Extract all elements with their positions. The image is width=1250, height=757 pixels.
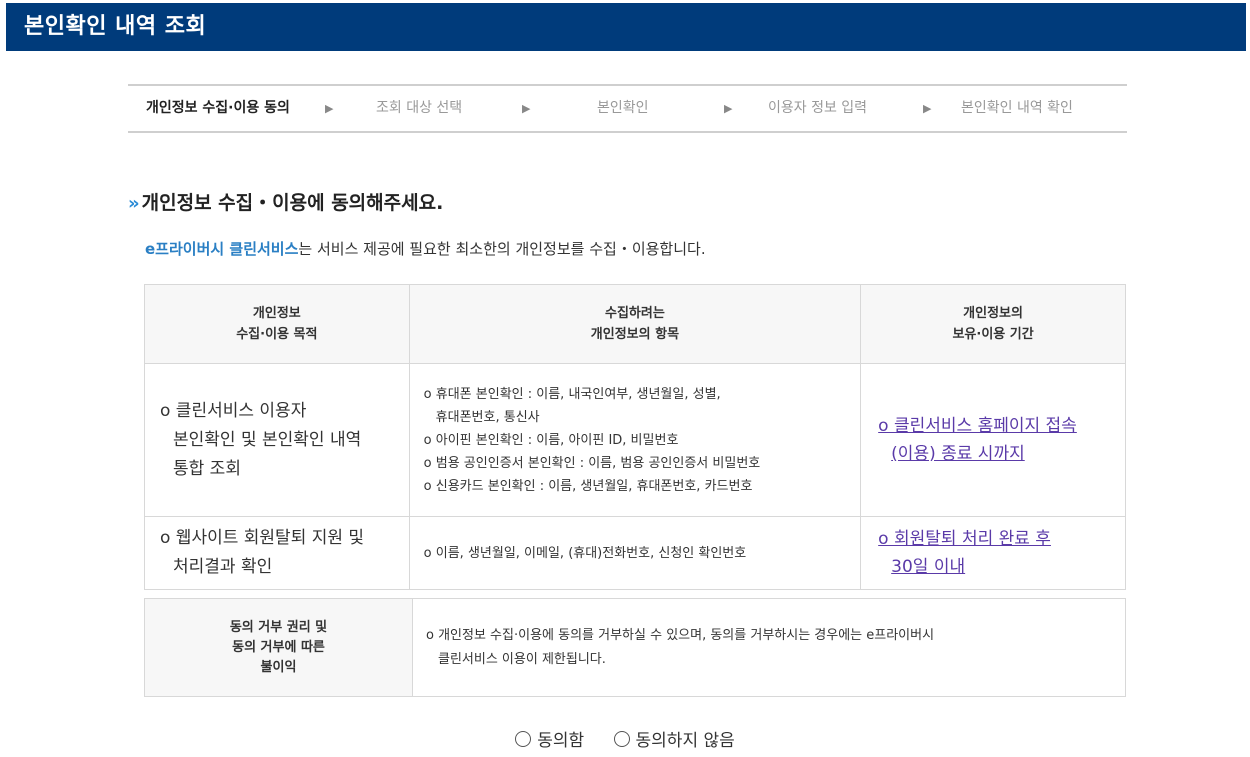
step-consent: 개인정보 수집·이용 동의 bbox=[146, 100, 290, 116]
purpose-cell: o 웹사이트 회원탈퇴 지원 및 처리결과 확인 bbox=[144, 516, 410, 590]
retention-period-link[interactable]: o 회원탈퇴 처리 완료 후 30일 이내 bbox=[878, 525, 1124, 581]
radio-button-agree[interactable] bbox=[515, 731, 532, 747]
header-items: 수집하려는 개인정보의 항목 bbox=[408, 284, 862, 364]
section-title-text: 개인정보 수집・이용에 동의해주세요. bbox=[141, 192, 444, 214]
agree-option[interactable]: 동의함 bbox=[515, 731, 584, 751]
step-arrow-icon: ▶ bbox=[724, 102, 733, 115]
purpose-cell: o 클린서비스 이용자 본인확인 및 본인확인 내역 통합 조회 bbox=[144, 363, 410, 517]
refusal-description: o 개인정보 수집·이용에 동의를 거부하실 수 있으며, 동의를 거부하시는 … bbox=[412, 598, 1126, 697]
step-progress-bar: 개인정보 수집·이용 동의 ▶ 조회 대상 선택 ▶ 본인확인 ▶ 이용자 정보… bbox=[128, 84, 1127, 133]
disagree-option[interactable]: 동의하지 않음 bbox=[613, 731, 735, 751]
service-brand-name: e프라이버시 클린서비스 bbox=[145, 240, 299, 258]
intro-text: e프라이버시 클린서비스는 서비스 제공에 필요한 최소한의 개인정보를 수집・… bbox=[145, 238, 706, 259]
step-select-target: 조회 대상 선택 bbox=[376, 100, 463, 116]
period-cell: o 회원탈퇴 처리 완료 후 30일 이내 bbox=[860, 516, 1126, 590]
refusal-rights-table: 동의 거부 권리 및 동의 거부에 따른 불이익 o 개인정보 수집·이용에 동… bbox=[144, 598, 1126, 697]
step-identity-verify: 본인확인 bbox=[597, 100, 649, 116]
page-title: 본인확인 내역 조회 bbox=[24, 14, 207, 39]
double-chevron-icon: » bbox=[128, 193, 139, 214]
step-arrow-icon: ▶ bbox=[325, 102, 334, 115]
privacy-collection-table: 개인정보 수집·이용 목적 수집하려는 개인정보의 항목 개인정보의 보유·이용 기간… bbox=[144, 284, 1126, 590]
step-arrow-icon: ▶ bbox=[522, 102, 531, 115]
table-row: o 웹사이트 회원탈퇴 지원 및 처리결과 확인 o 이름, 생년월일, 이메일… bbox=[144, 516, 1126, 590]
refusal-header: 동의 거부 권리 및 동의 거부에 따른 불이익 bbox=[144, 598, 413, 697]
step-result: 본인확인 내역 확인 bbox=[961, 100, 1073, 116]
intro-description: 는 서비스 제공에 필요한 최소한의 개인정보를 수집・이용합니다. bbox=[298, 240, 706, 258]
radio-button-disagree[interactable] bbox=[613, 731, 630, 747]
consent-radio-group: 동의함 동의하지 않음 bbox=[0, 726, 1250, 751]
step-arrow-icon: ▶ bbox=[923, 102, 932, 115]
step-user-info: 이용자 정보 입력 bbox=[768, 100, 868, 116]
header-period: 개인정보의 보유·이용 기간 bbox=[860, 284, 1126, 364]
items-cell: o 이름, 생년월일, 이메일, (휴대)전화번호, 신청인 확인번호 bbox=[408, 516, 862, 590]
header-purpose: 개인정보 수집·이용 목적 bbox=[144, 284, 410, 364]
table-row: 동의 거부 권리 및 동의 거부에 따른 불이익 o 개인정보 수집·이용에 동… bbox=[144, 598, 1126, 697]
retention-period-link[interactable]: o 클린서비스 홈페이지 접속 (이용) 종료 시까지 bbox=[878, 412, 1124, 468]
items-cell: o 휴대폰 본인확인 : 이름, 내국인여부, 생년월일, 성별, 휴대폰번호,… bbox=[408, 363, 862, 517]
table-row: o 클린서비스 이용자 본인확인 및 본인확인 내역 통합 조회 o 휴대폰 본… bbox=[144, 363, 1126, 517]
period-cell: o 클린서비스 홈페이지 접속 (이용) 종료 시까지 bbox=[860, 363, 1126, 517]
section-title: » 개인정보 수집・이용에 동의해주세요. bbox=[128, 188, 443, 215]
page-header: 본인확인 내역 조회 bbox=[6, 3, 1246, 51]
